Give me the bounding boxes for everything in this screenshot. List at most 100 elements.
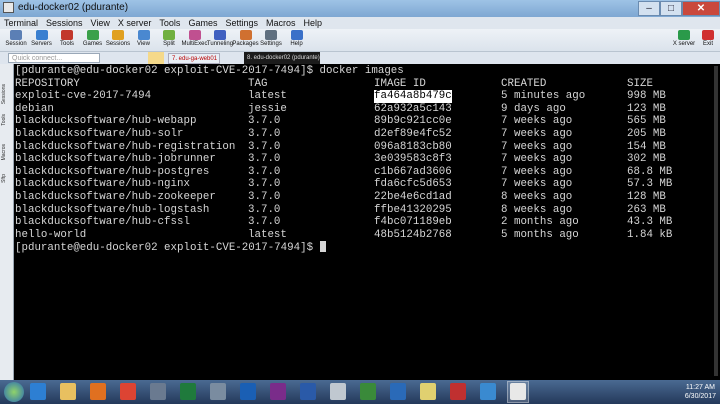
- cell-tag: 3.7.0: [248, 191, 281, 203]
- cell-tag: latest: [248, 90, 287, 103]
- toolbar-label: Help: [290, 41, 303, 47]
- cell-size: 302 MB: [627, 153, 666, 166]
- terminal-scrollbar[interactable]: [714, 66, 718, 376]
- toolbar-session-button[interactable]: Session: [2, 30, 30, 47]
- toolbar-split-button[interactable]: Split: [155, 30, 183, 47]
- quick-connect-input[interactable]: Quick connect...: [8, 53, 100, 63]
- cell-tag: 3.7.0: [248, 203, 281, 216]
- menu-bar: Terminal Sessions View X server Tools Games Se…: [0, 17, 720, 29]
- split-icon: [163, 30, 175, 40]
- cell-size: 43.3 MB: [627, 216, 673, 229]
- cell-tag: 3.7.0: [248, 128, 281, 140]
- toolbar-help-button[interactable]: Help: [283, 30, 311, 47]
- menu-sessions[interactable]: Sessions: [42, 17, 87, 29]
- taskbar-chrome-icon[interactable]: [120, 383, 136, 400]
- terminal-cursor: [319, 241, 326, 253]
- cell-created: 7 weeks ago: [501, 178, 573, 191]
- menu-view[interactable]: View: [87, 17, 114, 29]
- menu-x-server[interactable]: X server: [114, 17, 156, 29]
- cell-image-id: d2ef89e4fc52: [374, 128, 452, 140]
- cell-created: 9 days ago: [501, 102, 566, 115]
- tab-edu-docker02[interactable]: 8. edu-docker02 (pdurante): [244, 52, 320, 64]
- start-button[interactable]: [4, 382, 24, 402]
- sidebar-tab-sessions[interactable]: Sessions: [1, 84, 12, 104]
- toolbar-label: Split: [163, 41, 175, 47]
- cell-tag: 3.7.0: [248, 140, 281, 153]
- clock-time: 11:27 AM: [685, 384, 715, 391]
- toolbar-multiexec-button[interactable]: MultiExec: [181, 30, 209, 47]
- taskbar-excel-icon[interactable]: [180, 383, 196, 400]
- taskbar-outlook-icon[interactable]: [240, 383, 256, 400]
- taskbar-ie-icon[interactable]: [30, 383, 46, 400]
- cell-image-id: f4bc071189eb: [374, 216, 452, 229]
- toolbar-settings-button[interactable]: Settings: [257, 30, 285, 47]
- cell-created: 2 months ago: [501, 216, 579, 229]
- cell-repository: blackducksoftware/hub-jobrunner: [15, 153, 216, 166]
- cell-image-id: 096a8183cb80: [374, 140, 452, 153]
- window-controls: – □ ✕: [638, 0, 720, 17]
- toolbar-view-button[interactable]: View: [130, 30, 158, 47]
- taskbar-documents-icon[interactable]: [330, 383, 346, 400]
- cell-repository: blackducksoftware/hub-logstash: [15, 203, 210, 216]
- taskbar-tool-icon[interactable]: [150, 383, 166, 400]
- toolbar-servers-button[interactable]: Servers: [28, 30, 56, 47]
- cell-image-id: 62a932a5c143: [374, 102, 452, 115]
- toolbar-label: Settings: [260, 41, 282, 47]
- cell-repository: debian: [15, 102, 54, 115]
- taskbar-camtasia-icon[interactable]: [360, 383, 376, 400]
- tools-icon: [61, 30, 73, 40]
- cell-size: 128 MB: [627, 191, 666, 203]
- cell-repository: hello-world: [15, 228, 87, 241]
- taskbar-notes-icon[interactable]: [420, 383, 436, 400]
- tab-edu-ga-web01[interactable]: 7. edu-ga-web01: [168, 53, 220, 64]
- toolbar-sessions-button[interactable]: Sessions: [104, 30, 132, 47]
- taskbar-media-player-icon[interactable]: [90, 383, 106, 400]
- cell-repository: blackducksoftware/hub-webapp: [15, 115, 197, 128]
- toolbar-tools-button[interactable]: Tools: [53, 30, 81, 47]
- taskbar-onenote-icon[interactable]: [270, 383, 286, 400]
- tunneling-icon: [214, 30, 226, 40]
- menu-settings[interactable]: Settings: [221, 17, 262, 29]
- home-tab-icon[interactable]: [148, 52, 164, 64]
- toolbar-packages-button[interactable]: Packages: [232, 30, 260, 47]
- sidebar-tab-macros[interactable]: Macros: [1, 144, 12, 160]
- taskbar-network-icon[interactable]: [480, 383, 496, 400]
- cell-tag: 3.7.0: [248, 165, 281, 178]
- column-header-image-id: IMAGE ID: [374, 77, 426, 90]
- toolbar-label: Tunneling: [206, 41, 234, 47]
- sidebar-tab-tools[interactable]: Tools: [1, 114, 12, 126]
- cell-created: 7 weeks ago: [501, 115, 573, 128]
- cell-repository: blackducksoftware/hub-cfssl: [15, 216, 190, 229]
- cell-tag: 3.7.0: [248, 115, 281, 128]
- menu-terminal[interactable]: Terminal: [0, 17, 42, 29]
- column-header-repository: REPOSITORY: [15, 77, 80, 90]
- command-line: [pdurante@edu-docker02 exploit-CVE-2017-…: [15, 65, 404, 77]
- taskbar-lync-icon[interactable]: [390, 383, 406, 400]
- toolbar-games-button[interactable]: Games: [79, 30, 107, 47]
- menu-games[interactable]: Games: [184, 17, 221, 29]
- maximize-button[interactable]: □: [660, 1, 682, 16]
- menu-help[interactable]: Help: [300, 17, 327, 29]
- minimize-button[interactable]: –: [638, 1, 660, 16]
- packages-icon: [239, 30, 252, 40]
- toolbar-exit-button[interactable]: Exit: [694, 30, 720, 47]
- taskbar-vpn-icon[interactable]: [450, 383, 466, 400]
- taskbar-folder-icon[interactable]: [60, 383, 76, 400]
- taskbar-calculator-icon[interactable]: [210, 383, 226, 400]
- clock-date: 6/30/2017: [684, 393, 716, 400]
- menu-macros[interactable]: Macros: [262, 17, 300, 29]
- toolbar-label: Games: [82, 41, 103, 47]
- sidebar-tab-sftp[interactable]: Sftp: [1, 174, 12, 183]
- cell-image-id: fa464a8b479c: [374, 90, 452, 103]
- toolbar-tunneling-button[interactable]: Tunneling: [206, 30, 234, 47]
- clock[interactable]: 11:27 AM 6/30/2017: [685, 383, 716, 401]
- taskbar-word-icon[interactable]: [300, 383, 316, 400]
- terminal-output[interactable]: [pdurante@edu-docker02 exploit-CVE-2017-…: [15, 65, 715, 379]
- system-tray: 11:27 AM 6/30/2017: [650, 380, 720, 404]
- close-button[interactable]: ✕: [682, 1, 720, 16]
- settings-icon: [265, 30, 277, 40]
- taskbar-mobaxterm-icon[interactable]: [510, 383, 526, 400]
- menu-tools[interactable]: Tools: [155, 17, 184, 29]
- session-icon: [10, 30, 22, 40]
- view-icon: [137, 30, 150, 40]
